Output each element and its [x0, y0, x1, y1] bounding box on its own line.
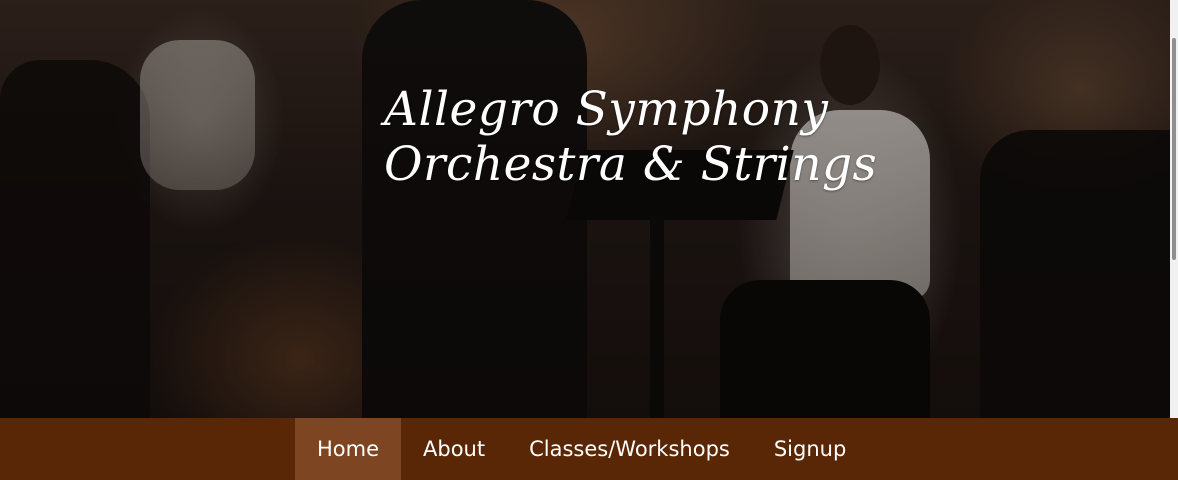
page-scrollbar[interactable]: [1170, 0, 1178, 418]
site-title: Allegro Symphony Orchestra & Strings: [384, 82, 877, 192]
site-title-line-1: Allegro Symphony: [384, 82, 829, 137]
nav-item-about[interactable]: About: [401, 418, 507, 480]
site-title-line-2: Orchestra & Strings: [384, 137, 878, 192]
hero-banner: Allegro Symphony Orchestra & Strings: [0, 0, 1170, 418]
nav-item-signup[interactable]: Signup: [752, 418, 868, 480]
main-navigation: Home About Classes/Workshops Signup: [0, 418, 1178, 480]
scrollbar-thumb[interactable]: [1172, 38, 1176, 260]
nav-item-classes-workshops[interactable]: Classes/Workshops: [507, 418, 752, 480]
hero-overlay: [0, 0, 1170, 418]
nav-item-home[interactable]: Home: [295, 418, 402, 480]
nav-list: Home About Classes/Workshops Signup: [295, 418, 868, 480]
